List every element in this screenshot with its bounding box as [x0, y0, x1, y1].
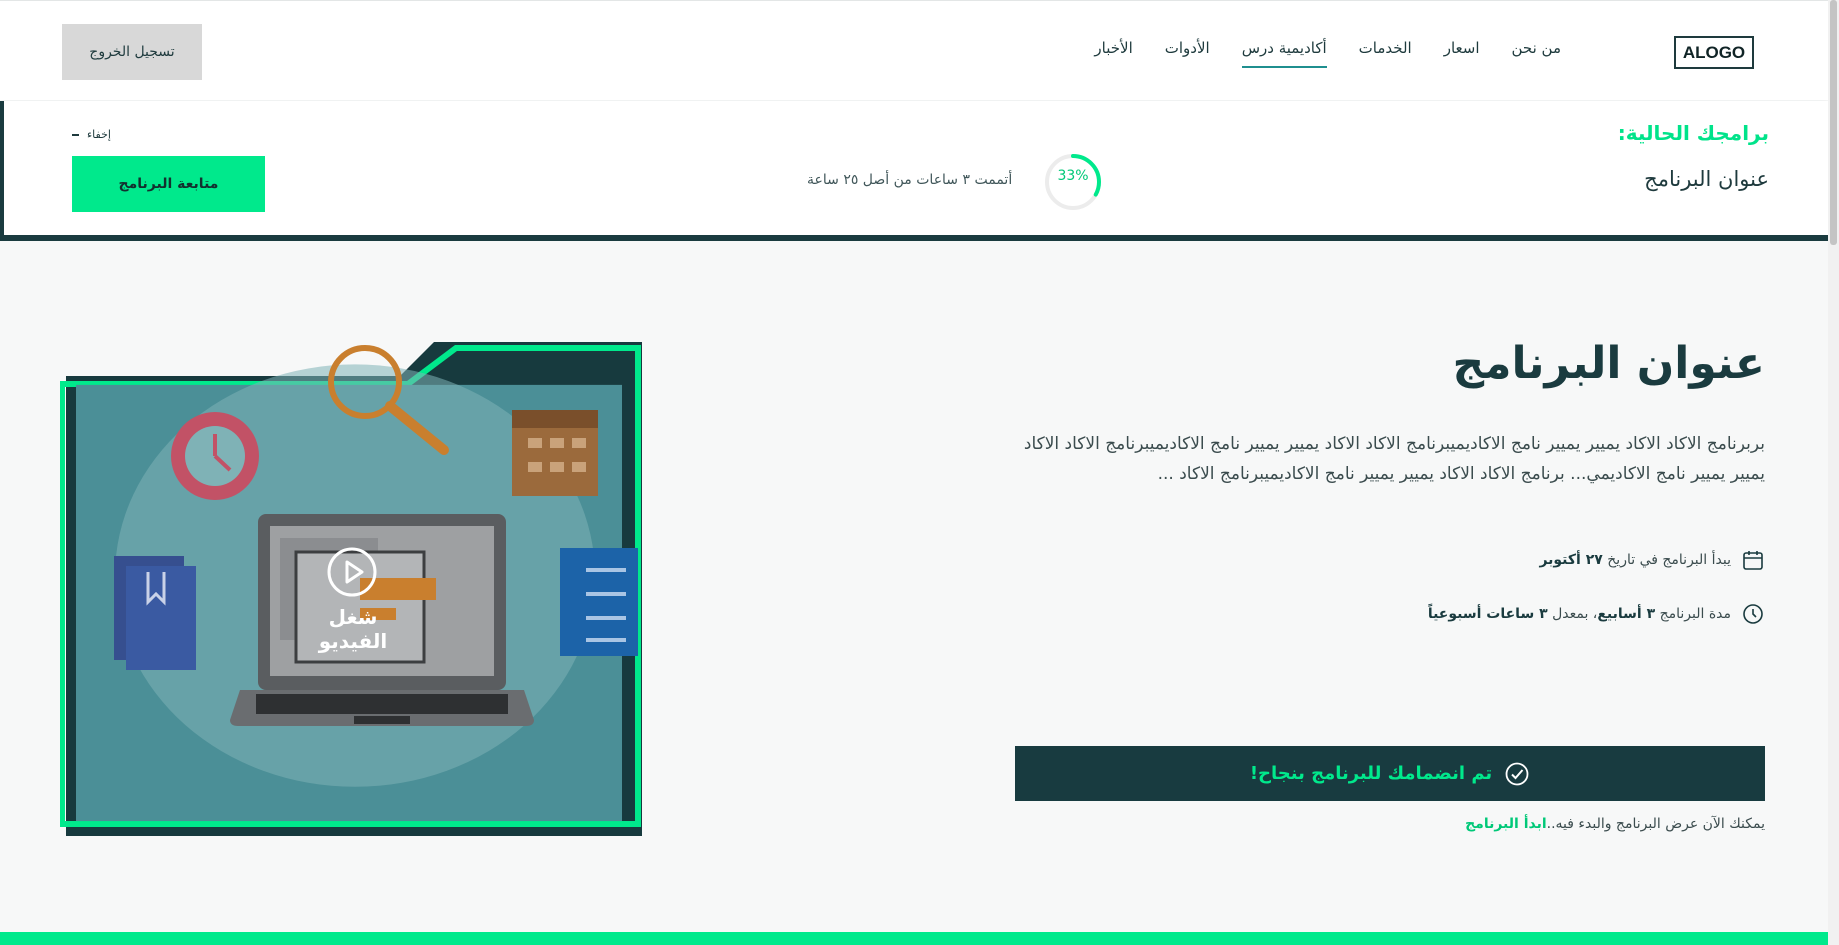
duration-text: مدة البرنامج ٣ أسابيع، بمعدل ٣ ساعات أسب…: [1427, 606, 1731, 622]
continue-program-button[interactable]: متابعة البرنامج: [72, 156, 265, 212]
hide-label: إخفاء: [87, 128, 111, 141]
play-video-label[interactable]: شغل الفيديو: [293, 605, 413, 653]
clock-icon: [1743, 604, 1763, 624]
current-program-title: عنوان البرنامج: [1644, 167, 1769, 191]
hide-toggle[interactable]: إخفاء: [72, 128, 111, 141]
progress-percent: 33%: [1057, 168, 1089, 184]
calendar-illustration-icon: [512, 410, 598, 496]
duration-row: مدة البرنامج ٣ أسابيع، بمعدل ٣ ساعات أسب…: [1428, 602, 1765, 626]
progress-text: أتممت ٣ ساعات من أصل ٢٥ ساعة: [807, 172, 1013, 188]
progress-ring: 33%: [1044, 153, 1102, 211]
nav-item-tools[interactable]: الأدوات: [1165, 39, 1210, 68]
books-icon: [114, 556, 196, 670]
gear-clock-icon: [171, 412, 259, 500]
duration-weeks: ٣ أسابيع: [1597, 606, 1656, 622]
nav-item-news[interactable]: الأخبار: [1094, 39, 1132, 68]
play-icon[interactable]: [325, 545, 379, 599]
program-description: بربرنامج الاكاد الاكاد يميير يميير نامج …: [1023, 434, 1765, 484]
scrollbar-thumb[interactable]: [1830, 0, 1837, 245]
site-header: ALOGO من نحن اسعار الخدمات أكاديمية درس …: [0, 0, 1828, 100]
current-programs-heading: برامجك الحالية:: [1617, 121, 1769, 145]
nav-item-about[interactable]: من نحن: [1512, 39, 1562, 68]
program-title: عنوان البرنامج: [1452, 338, 1766, 389]
duration-rate: ٣ ساعات أسبوعياً: [1427, 606, 1548, 622]
enrollment-success-banner: تم انضمامك للبرنامج بنجاح!: [1015, 746, 1765, 801]
nav-item-prices[interactable]: اسعار: [1444, 39, 1480, 68]
page-scrollbar[interactable]: [1828, 0, 1839, 945]
check-circle-icon: [1505, 762, 1529, 785]
calendar-icon: [1743, 551, 1763, 570]
bottom-accent-bar: [0, 932, 1828, 945]
nav-item-academy[interactable]: أكاديمية درس: [1241, 39, 1327, 68]
site-logo[interactable]: ALOGO: [1674, 36, 1754, 69]
start-date-value: ٢٧ أكتوبر: [1539, 552, 1603, 568]
checklist-icon: [560, 548, 638, 656]
start-date-row: يبدأ البرنامج في تاريخ ٢٧ أكتوبر: [1539, 548, 1765, 572]
success-message: تم انضمامك للبرنامج بنجاح!: [1249, 763, 1493, 784]
start-note: يمكنك الآن عرض البرنامج والبدء فيه..ابدأ…: [1465, 816, 1765, 832]
minus-icon: [72, 133, 79, 136]
start-date-text: يبدأ البرنامج في تاريخ ٢٧ أكتوبر: [1539, 552, 1731, 568]
current-programs-panel: برامجك الحالية: عنوان البرنامج 33% أتممت…: [0, 101, 1828, 241]
main-nav: من نحن اسعار الخدمات أكاديمية درس الأدوا…: [1094, 39, 1561, 68]
nav-item-services[interactable]: الخدمات: [1359, 39, 1412, 68]
start-program-link[interactable]: ابدأ البرنامج: [1465, 816, 1547, 832]
logout-button[interactable]: تسجيل الخروج: [62, 24, 202, 80]
